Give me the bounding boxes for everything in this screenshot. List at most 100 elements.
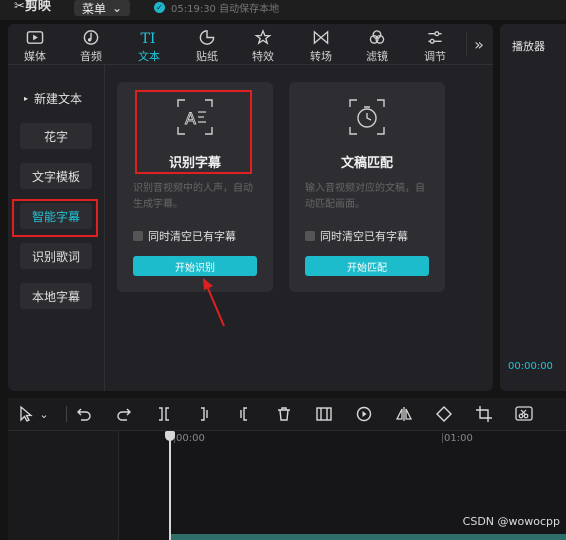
smart-cut-button[interactable]	[514, 404, 534, 424]
mirror-button[interactable]	[394, 404, 414, 424]
tab-label: 文本	[138, 50, 160, 63]
split-button[interactable]	[154, 404, 174, 424]
script-match-icon	[349, 99, 385, 135]
ruler-tick	[442, 433, 443, 443]
material-panel: 媒体 音频 TI 文本 贴纸 特效 转场 滤镜 调节 » ▸ 新建文本 花字 文…	[8, 24, 493, 391]
sidebar-item-text-template[interactable]: 文字模板	[20, 163, 92, 189]
checkbox-box[interactable]	[305, 231, 315, 241]
category-tabs: 媒体 音频 TI 文本 贴纸 特效 转场 滤镜 调节 »	[8, 24, 493, 65]
transition-icon	[313, 30, 329, 45]
playhead-handle[interactable]	[165, 431, 175, 441]
select-mode-dropdown[interactable]: ⌄	[38, 404, 50, 424]
menu-button[interactable]: 菜单 ⌄	[74, 0, 130, 16]
track-header-area	[8, 431, 119, 540]
card-description: 识别音视频中的人声，自动生成字幕。	[133, 183, 253, 210]
player-title: 播放器	[512, 40, 545, 53]
more-icon: »	[474, 34, 484, 54]
toolbar-divider	[66, 406, 67, 422]
top-bar: ✂剪映 菜单 ⌄ ✓ 05:19:30 自动保存本地	[0, 0, 566, 20]
watermark-text: CSDN @wowocpp	[462, 515, 560, 528]
tab-media[interactable]: 媒体	[10, 26, 60, 64]
cursor-icon	[20, 405, 33, 422]
tab-label: 媒体	[24, 50, 46, 63]
annotation-box-card	[135, 90, 252, 174]
clear-existing-subtitle-checkbox[interactable]: 同时清空已有字幕	[305, 228, 408, 244]
sidebar-item-fancy-text[interactable]: 花字	[20, 123, 92, 149]
trash-icon	[278, 407, 290, 421]
save-status-text: 05:19:30 自动保存本地	[171, 3, 280, 15]
script-match-card: 文稿匹配 输入音视频对应的文稿，自动匹配画面。 同时清空已有字幕 开始匹配	[289, 82, 445, 292]
delete-left-button[interactable]	[194, 404, 214, 424]
clear-existing-subtitle-checkbox[interactable]: 同时清空已有字幕	[133, 228, 236, 244]
rotate-button[interactable]	[434, 404, 454, 424]
freeze-frame-button[interactable]	[314, 404, 334, 424]
tab-audio[interactable]: 音频	[66, 26, 116, 64]
delete-button[interactable]	[274, 404, 294, 424]
app-title: ✂剪映	[14, 0, 51, 14]
tab-filter[interactable]: 滤镜	[352, 26, 402, 64]
media-icon	[26, 31, 44, 44]
video-clip[interactable]	[170, 534, 566, 540]
playhead[interactable]	[169, 431, 171, 540]
card-description: 输入音视频对应的文稿，自动匹配画面。	[305, 183, 425, 210]
caret-right-icon: ▸	[24, 93, 29, 103]
delete-right-button[interactable]	[234, 404, 254, 424]
adjust-icon	[428, 31, 442, 44]
mirror-icon	[395, 407, 413, 421]
tab-adjust[interactable]: 调节	[410, 26, 460, 64]
save-status: ✓ 05:19:30 自动保存本地	[154, 0, 280, 15]
sidebar-item-lyrics[interactable]: 识别歌词	[20, 243, 92, 269]
more-tabs-button[interactable]: »	[466, 32, 491, 56]
tab-label: 音频	[80, 50, 102, 63]
sidebar-item-local-subtitle[interactable]: 本地字幕	[20, 283, 92, 309]
freeze-frame-icon	[316, 407, 332, 421]
player-panel: 播放器 00:00:00	[500, 24, 566, 391]
start-recognize-button[interactable]: 开始识别	[133, 256, 257, 276]
tab-text[interactable]: TI 文本	[124, 26, 174, 64]
svg-text:TI: TI	[141, 31, 156, 46]
tab-effects[interactable]: 特效	[238, 26, 288, 64]
tab-transition[interactable]: 转场	[296, 26, 346, 64]
tab-label: 贴纸	[196, 50, 218, 63]
trim-left-icon	[201, 407, 208, 421]
trim-right-icon	[240, 407, 247, 421]
chevron-down-icon: ⌄	[39, 407, 49, 421]
text-icon: TI	[141, 31, 156, 46]
player-timecode: 00:00:00	[508, 361, 553, 372]
checkbox-label: 同时清空已有字幕	[148, 230, 236, 243]
sidebar-item-new-text[interactable]: ▸ 新建文本	[20, 85, 92, 111]
reverse-button[interactable]	[354, 404, 374, 424]
annotation-box-sidebar	[12, 199, 98, 237]
timeline-toolbar: ⌄	[8, 398, 566, 431]
sidebar-item-label: 识别歌词	[31, 249, 80, 264]
sidebar-item-label: 新建文本	[34, 91, 83, 106]
start-match-button[interactable]: 开始匹配	[305, 256, 429, 276]
sticker-icon	[199, 30, 215, 45]
card-title: 文稿匹配	[340, 156, 393, 171]
app-logo-icon: ✂	[14, 0, 25, 14]
redo-icon	[117, 408, 131, 421]
effects-icon	[254, 29, 272, 45]
filter-icon	[369, 30, 385, 44]
menu-label: 菜单	[81, 1, 106, 16]
check-icon: ✓	[154, 1, 165, 13]
split-icon	[159, 407, 169, 421]
reverse-play-icon	[356, 406, 372, 422]
scissors-audio-icon	[515, 406, 533, 421]
tab-label: 滤镜	[366, 50, 388, 63]
crop-button[interactable]	[474, 404, 494, 424]
rotate-icon	[436, 406, 452, 422]
time-tick-label: 00:00	[176, 433, 205, 444]
checkbox-box[interactable]	[133, 231, 143, 241]
chevron-down-icon: ⌄	[111, 1, 123, 15]
sidebar-item-label: 文字模板	[31, 169, 80, 184]
undo-icon	[77, 408, 91, 421]
tab-sticker[interactable]: 贴纸	[182, 26, 232, 64]
redo-button[interactable]	[114, 404, 134, 424]
select-tool-button[interactable]	[16, 404, 36, 424]
sidebar-item-label: 花字	[43, 129, 68, 144]
checkbox-label: 同时清空已有字幕	[320, 230, 408, 243]
time-tick-label: 01:00	[444, 433, 473, 444]
undo-button[interactable]	[74, 404, 94, 424]
audio-icon	[83, 30, 99, 45]
